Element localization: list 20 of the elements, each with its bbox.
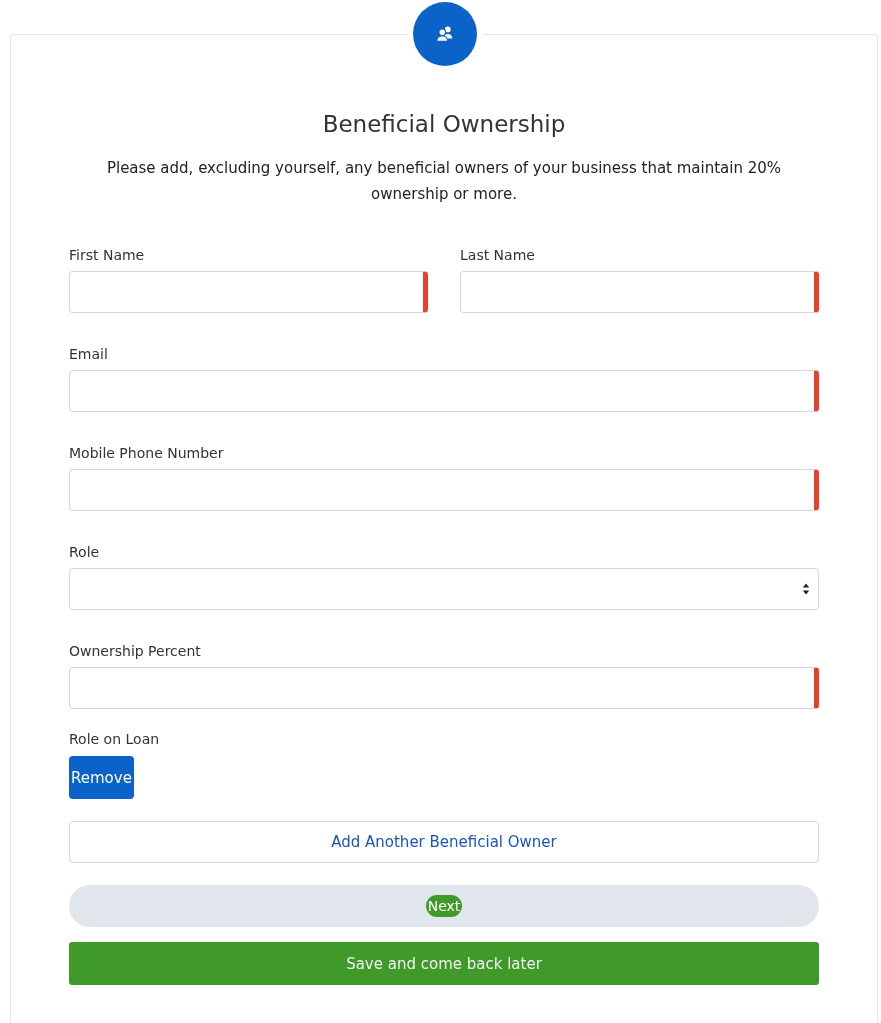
input-field[interactable] — [69, 370, 819, 412]
remove-button[interactable]: Remove — [69, 756, 134, 799]
intro-text: Please add, excluding yourself, any beneficial owners of your business that maintain 20% ownership or more. — [105, 158, 783, 205]
input-field[interactable] — [460, 271, 819, 313]
field-label: Role — [69, 544, 100, 560]
add-owner-button[interactable]: Add Another Beneficial Owner — [69, 821, 819, 863]
select-field[interactable] — [69, 568, 819, 610]
save-button[interactable]: Save and come back later — [69, 942, 819, 985]
field-label: Ownership Percent — [69, 643, 201, 659]
field-label: Email — [69, 346, 108, 362]
field-label: Mobile Phone Number — [69, 445, 224, 461]
next-button[interactable]: Next — [425, 895, 463, 917]
input-field[interactable] — [69, 271, 428, 313]
field-label: Role on Loan — [69, 731, 160, 747]
form-title: Beneficial Ownership — [321, 111, 567, 137]
field-label: Last Name — [460, 247, 535, 263]
input-field[interactable] — [69, 667, 819, 709]
up-down-arrows-icon — [802, 582, 810, 596]
input-field[interactable] — [69, 469, 819, 511]
field-label: First Name — [69, 247, 145, 263]
